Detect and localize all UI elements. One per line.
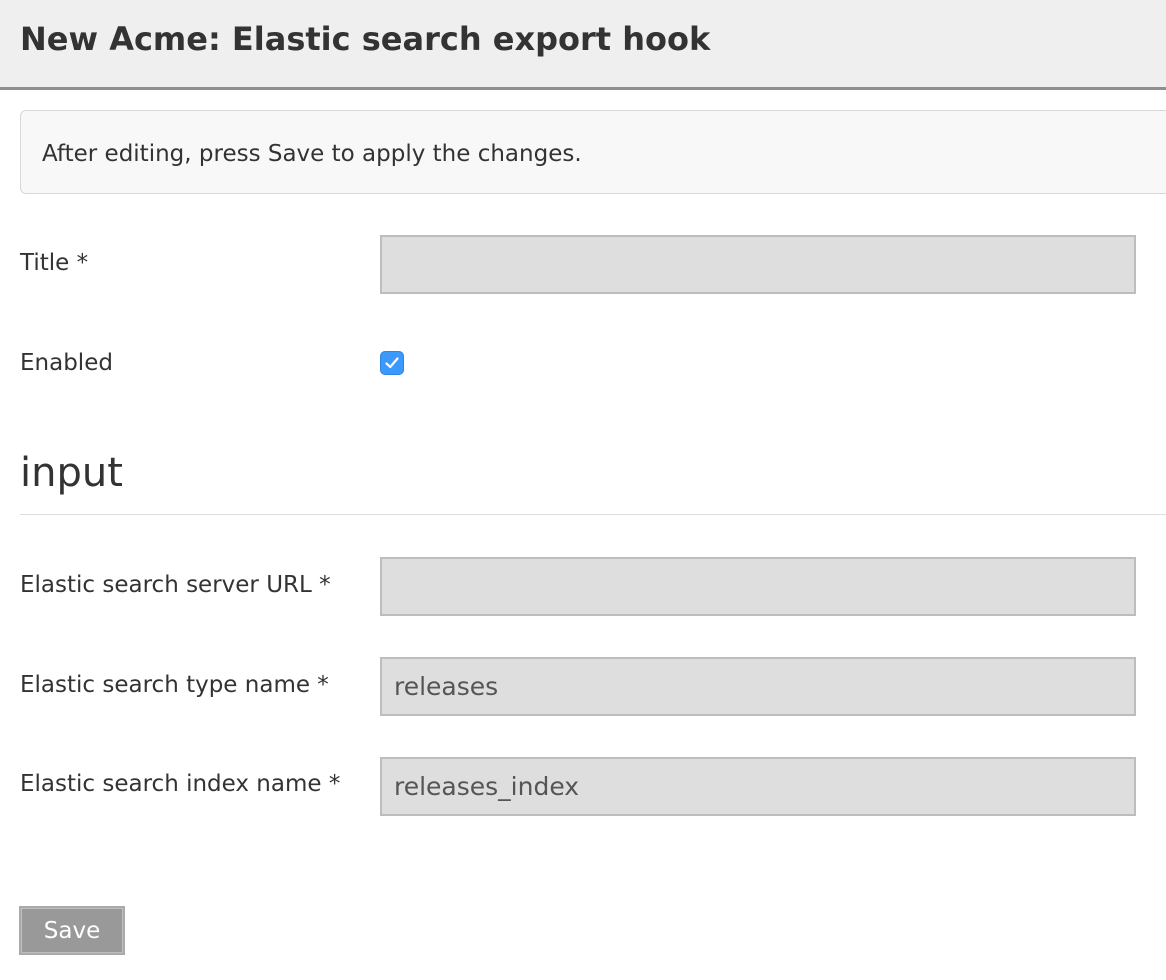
title-label: Title * <box>20 250 89 276</box>
checkmark-icon <box>385 357 399 369</box>
page-title: New Acme: Elastic search export hook <box>20 20 711 58</box>
index-name-input[interactable] <box>380 757 1136 816</box>
server-url-input[interactable] <box>380 557 1136 616</box>
index-name-label: Elastic search index name * <box>20 771 341 797</box>
type-name-input[interactable] <box>380 657 1136 716</box>
enabled-label: Enabled <box>20 350 113 376</box>
enabled-checkbox[interactable] <box>380 351 404 375</box>
info-notice: After editing, press Save to apply the c… <box>20 110 1166 194</box>
type-name-label: Elastic search type name * <box>20 672 329 698</box>
title-input[interactable] <box>380 235 1136 294</box>
server-url-label: Elastic search server URL * <box>20 572 331 598</box>
section-title-input: input <box>20 450 123 496</box>
page-header: New Acme: Elastic search export hook <box>0 0 1166 90</box>
notice-text: After editing, press Save to apply the c… <box>42 141 582 167</box>
section-divider <box>20 514 1166 515</box>
save-button[interactable]: Save <box>19 906 125 955</box>
